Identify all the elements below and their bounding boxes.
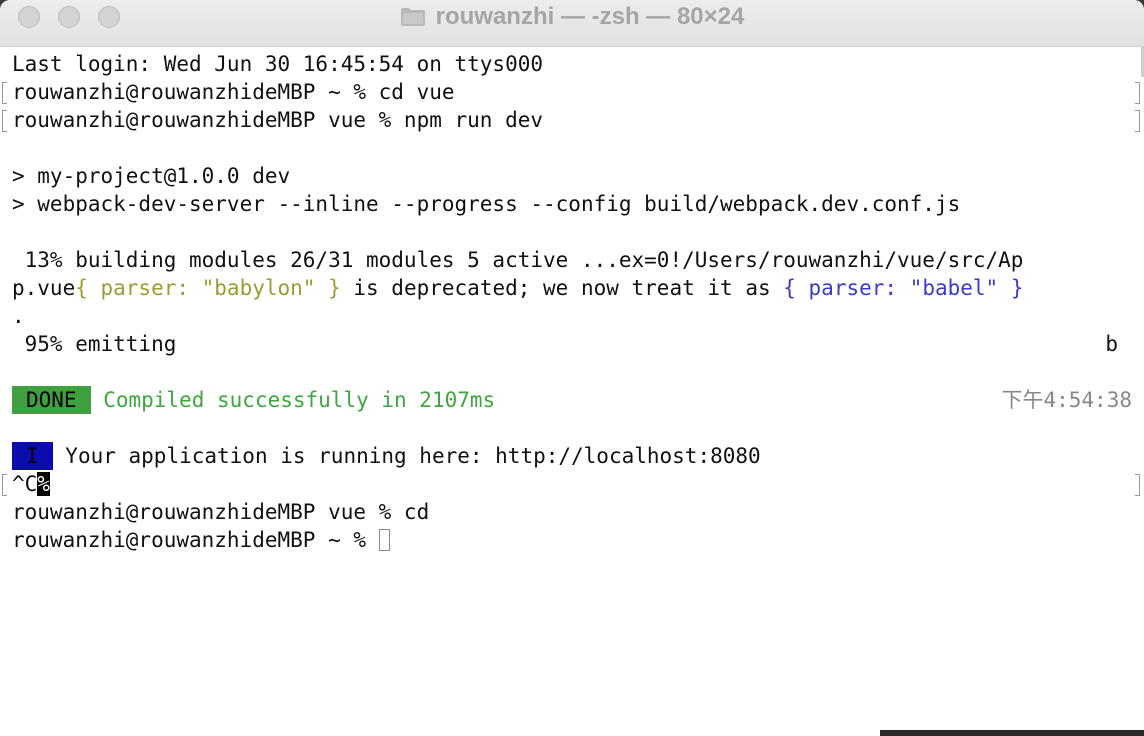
mark-bracket-left [2, 110, 7, 132]
mark-bracket-right [1135, 82, 1140, 104]
terminal-line: rouwanzhi@rouwanzhideMBP ~ % [0, 526, 1144, 554]
compile-status-line: DONE Compiled successfully in 2107ms [12, 386, 495, 414]
mark-bracket-right [1135, 474, 1140, 496]
terminal-line: p.vue{ parser: "babylon" } is deprecated… [0, 274, 1144, 302]
window-title: rouwanzhi — -zsh — 80×24 [435, 3, 745, 30]
compile-success-message: Compiled successfully in 2107ms [90, 388, 496, 412]
text-cursor[interactable] [378, 529, 390, 551]
terminal-line: rouwanzhi@rouwanzhideMBP ~ % cd vue [0, 78, 1144, 106]
deprecation-message: is deprecated; we now treat it as [340, 276, 784, 300]
command-line: rouwanzhi@rouwanzhideMBP vue % cd [12, 500, 430, 524]
terminal-line: > webpack-dev-server --inline --progress… [0, 190, 1144, 218]
period-text: . [12, 304, 25, 328]
command-line: rouwanzhi@rouwanzhideMBP ~ % cd vue [12, 80, 455, 104]
emitting-progress-line: 95% emitting [12, 332, 177, 356]
info-badge: I [12, 442, 53, 470]
npm-script-line: > webpack-dev-server --inline --progress… [12, 192, 961, 216]
terminal-line: . [0, 302, 1144, 330]
mark-bracket-left [2, 82, 7, 104]
title-bar[interactable]: rouwanzhi — -zsh — 80×24 [0, 0, 1144, 47]
progress-trailing-char: b [1105, 332, 1118, 356]
terminal-window: rouwanzhi — -zsh — 80×24 Last login: Wed… [0, 0, 1144, 736]
done-badge: DONE [12, 386, 91, 414]
terminal-line: > my-project@1.0.0 dev [0, 162, 1144, 190]
terminal-line: DONE Compiled successfully in 2107ms 下午4… [0, 386, 1144, 414]
parser-babel-text: { parser: "babel" } [783, 276, 1024, 300]
terminal-line: 95% emitting b [0, 330, 1144, 358]
terminal-line: Last login: Wed Jun 30 16:45:54 on ttys0… [0, 50, 1144, 78]
terminal-line: I Your application is running here: http… [0, 442, 1144, 470]
deprecation-line: p.vue{ parser: "babylon" } is deprecated… [12, 274, 1023, 302]
current-prompt-line: rouwanzhi@rouwanzhideMBP ~ % [12, 526, 390, 554]
terminal-content[interactable]: Last login: Wed Jun 30 16:45:54 on ttys0… [0, 47, 1144, 736]
running-url-message: Your application is running here: http:/… [52, 444, 761, 468]
terminal-line: ^C% [0, 470, 1144, 498]
folder-icon [400, 8, 425, 26]
npm-script-line: > my-project@1.0.0 dev [12, 164, 291, 188]
ctrl-c-text: ^C [12, 472, 38, 496]
prompt-text: rouwanzhi@rouwanzhideMBP ~ % [12, 528, 379, 552]
partial-line-marker: % [37, 472, 50, 496]
deprecation-file: p.vue [12, 276, 76, 300]
running-info-line: I Your application is running here: http… [12, 442, 761, 470]
last-login-text: Last login: Wed Jun 30 16:45:54 on ttys0… [12, 52, 544, 76]
desktop-background-strip [880, 730, 1144, 736]
window-title-area: rouwanzhi — -zsh — 80×24 [0, 2, 1144, 32]
interrupt-line: ^C% [12, 470, 50, 498]
terminal-line: 13% building modules 26/31 modules 5 act… [0, 246, 1144, 274]
parser-babylon-text: { parser: "babylon" } [75, 276, 341, 300]
mark-bracket-left [2, 474, 7, 496]
build-progress-line: 13% building modules 26/31 modules 5 act… [12, 248, 1024, 272]
command-line: rouwanzhi@rouwanzhideMBP vue % npm run d… [12, 108, 544, 132]
mark-bracket-right [1135, 110, 1140, 132]
terminal-line: rouwanzhi@rouwanzhideMBP vue % cd [0, 498, 1144, 526]
terminal-line: rouwanzhi@rouwanzhideMBP vue % npm run d… [0, 106, 1144, 134]
compile-timestamp: 下午4:54:38 [1001, 388, 1132, 412]
